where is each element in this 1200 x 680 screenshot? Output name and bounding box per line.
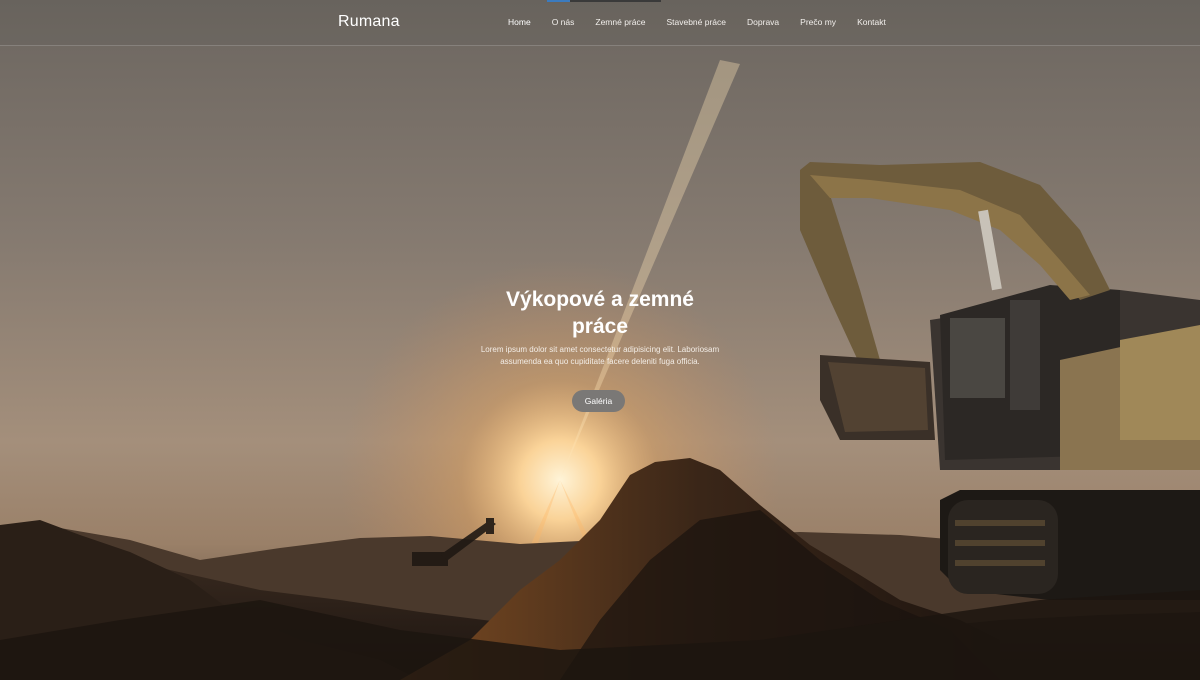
scroll-progress-bar bbox=[547, 0, 661, 2]
hero-title-line-2: práce bbox=[571, 315, 629, 338]
navbar: Rumana Home O nás Zemné práce Stavebné p… bbox=[0, 0, 1200, 46]
page: Rumana Home O nás Zemné práce Stavebné p… bbox=[0, 0, 1200, 680]
nav-menu: Home O nás Zemné práce Stavebné práce Do… bbox=[508, 17, 886, 27]
nav-item-stavebne-prace[interactable]: Stavebné práce bbox=[666, 17, 726, 27]
hero-section: Výkopové a zemné práce Lorem ipsum dolor… bbox=[470, 286, 730, 368]
brand-logo-text[interactable]: Rumana bbox=[338, 13, 400, 31]
nav-item-doprava[interactable]: Doprava bbox=[747, 17, 779, 27]
scroll-progress-fill bbox=[547, 0, 570, 2]
nav-item-kontakt[interactable]: Kontakt bbox=[857, 17, 886, 27]
nav-item-home[interactable]: Home bbox=[508, 17, 531, 27]
hero-title: Výkopové a zemné práce bbox=[470, 286, 730, 340]
gallery-button[interactable]: Galéria bbox=[572, 390, 625, 412]
hero-title-line-1: Výkopové a zemné bbox=[506, 288, 694, 311]
nav-item-preco-my[interactable]: Prečo my bbox=[800, 17, 836, 27]
hero-description: Lorem ipsum dolor sit amet consectetur a… bbox=[480, 345, 720, 366]
nav-item-o-nas[interactable]: O nás bbox=[552, 17, 575, 27]
nav-item-zemne-prace[interactable]: Zemné práce bbox=[595, 17, 645, 27]
